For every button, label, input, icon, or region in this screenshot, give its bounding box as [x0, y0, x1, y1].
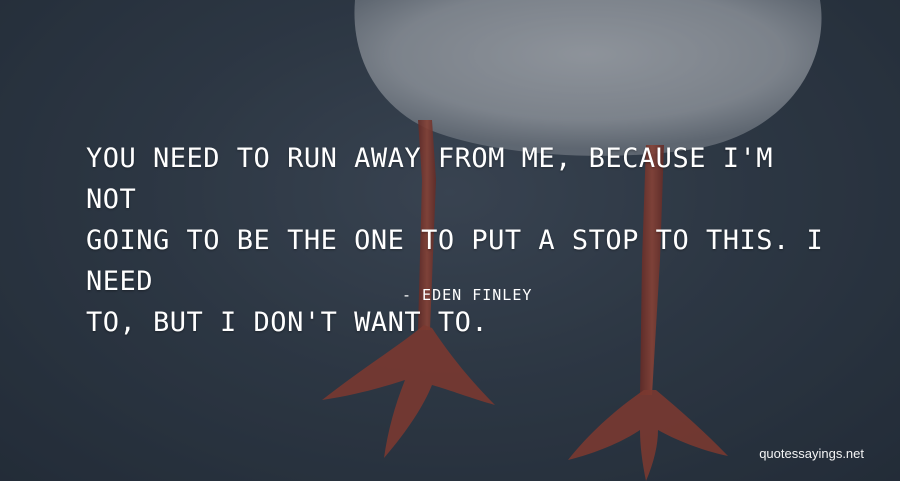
site-watermark: quotessayings.net	[759, 446, 864, 461]
quote-image: YOU NEED TO RUN AWAY FROM ME, BECAUSE I'…	[0, 0, 900, 481]
quote-text: YOU NEED TO RUN AWAY FROM ME, BECAUSE I'…	[86, 138, 826, 343]
quote-line: YOU NEED TO RUN AWAY FROM ME, BECAUSE I'…	[86, 143, 773, 215]
quote-author: - EDEN FINLEY	[402, 286, 533, 304]
quote-line: TO, BUT I DON'T WANT TO.	[86, 307, 489, 338]
